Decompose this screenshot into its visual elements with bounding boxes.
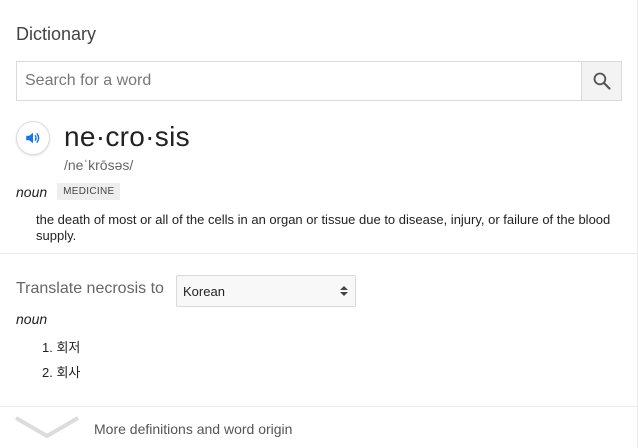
translation-part-of-speech: noun bbox=[16, 311, 48, 327]
translation-item: 2. 회사 bbox=[42, 365, 81, 380]
chevron-down-icon[interactable] bbox=[14, 414, 80, 440]
footer-divider bbox=[0, 406, 638, 407]
domain-tag: MEDICINE bbox=[57, 183, 121, 200]
part-of-speech-row: noun MEDICINE bbox=[16, 183, 121, 200]
card-title: Dictionary bbox=[16, 24, 97, 44]
language-select-value: Korean bbox=[183, 283, 225, 299]
speaker-icon bbox=[26, 132, 40, 144]
dictionary-card: Dictionary ne·cro·sis /neˈkrōsəs/ noun M… bbox=[0, 0, 638, 448]
more-definitions-link[interactable]: More definitions and word origin bbox=[94, 421, 292, 437]
search-button[interactable] bbox=[581, 62, 621, 100]
translation-list: 1. 회저 2. 회사 bbox=[42, 337, 80, 387]
definition-text: the death of most or all of the cells in… bbox=[36, 212, 611, 243]
language-select[interactable]: Korean bbox=[176, 275, 356, 307]
section-divider bbox=[0, 253, 638, 254]
translate-label: Translate necrosis to bbox=[16, 280, 164, 297]
translation-item: 1. 회저 bbox=[42, 340, 81, 355]
headword: ne·cro·sis bbox=[64, 121, 190, 152]
search-input[interactable] bbox=[17, 62, 582, 100]
part-of-speech: noun bbox=[16, 183, 48, 200]
pronunciation-button[interactable] bbox=[16, 121, 50, 155]
updown-arrows-icon bbox=[340, 286, 348, 296]
search-icon bbox=[593, 72, 611, 90]
search-box bbox=[16, 61, 622, 101]
phonetic-spelling: /neˈkrōsəs/ bbox=[64, 157, 134, 173]
